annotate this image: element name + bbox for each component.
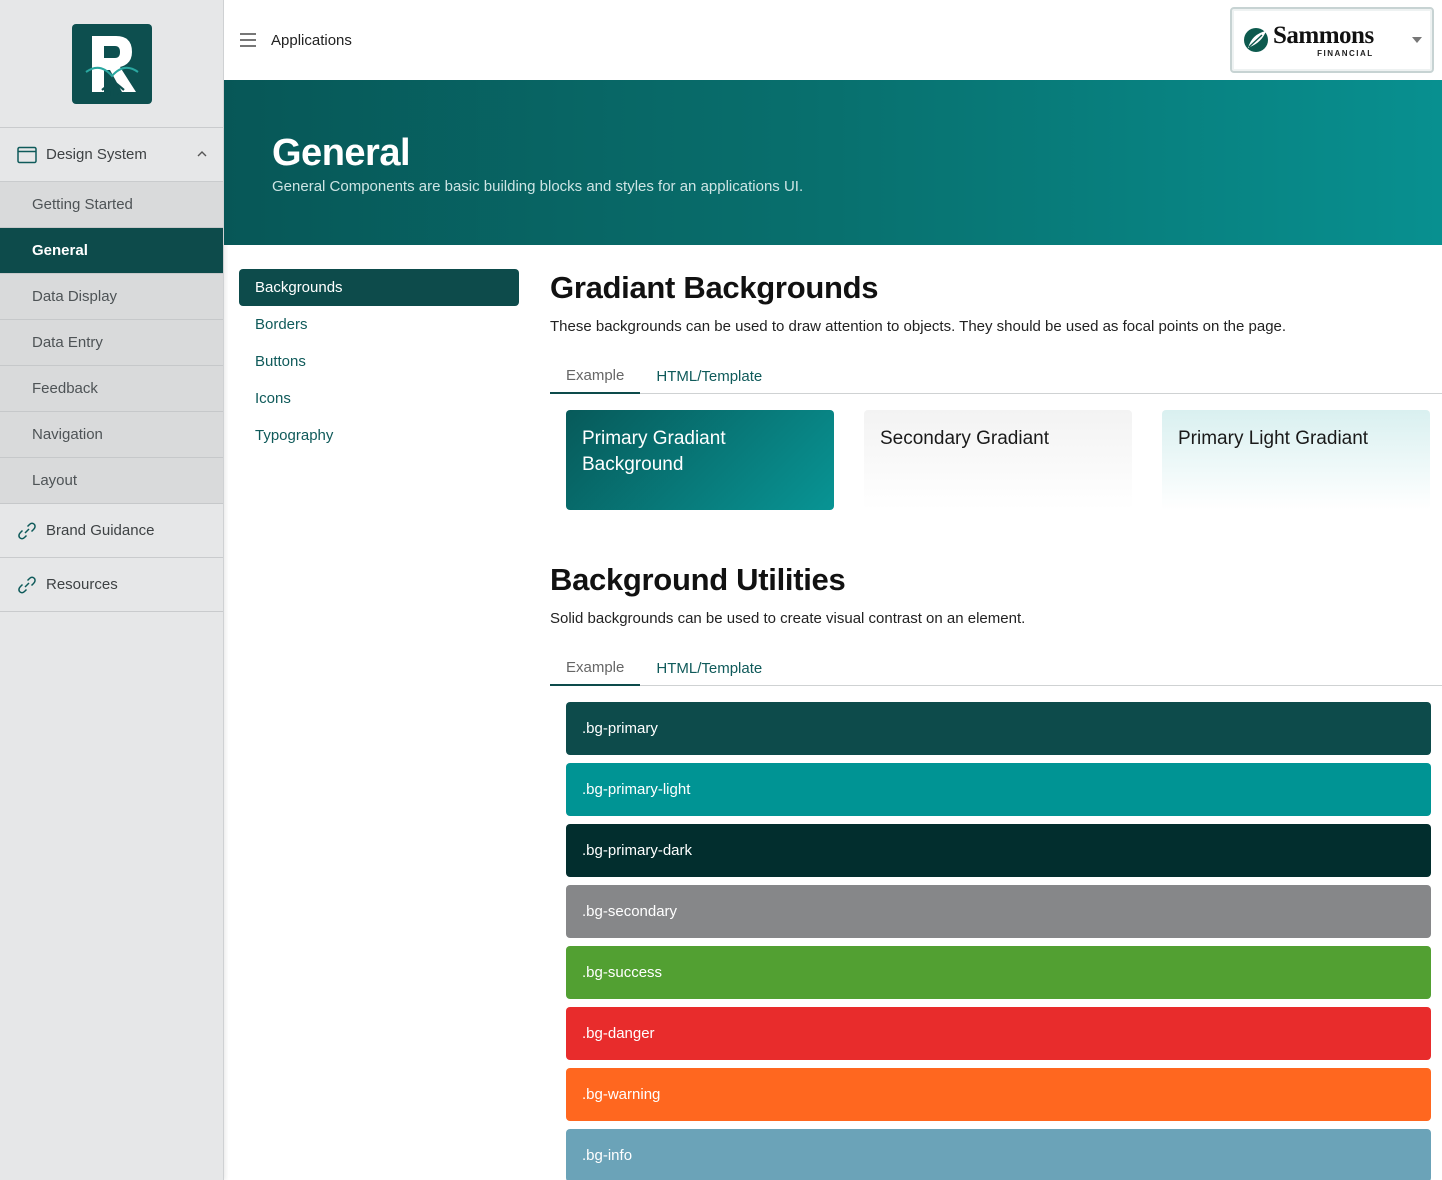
sammons-leaf-icon	[1244, 28, 1268, 52]
sidebar: Design System Getting Started General Da…	[0, 0, 224, 1180]
link-icon	[16, 520, 38, 542]
tab-html-template[interactable]: HTML/Template	[640, 651, 778, 686]
sidebar-item-general[interactable]: General	[0, 228, 223, 274]
nav-resources-label: Resources	[46, 576, 118, 593]
top-bar: Applications Sammons FINANCIAL	[224, 0, 1442, 80]
swatch-bg-danger: .bg-danger	[566, 1007, 1431, 1060]
app-logo[interactable]	[71, 23, 152, 104]
tab-example[interactable]: Example	[550, 651, 641, 686]
main-content: Gradiant Backgrounds These backgrounds c…	[550, 270, 1442, 1180]
logo-r-tree-icon	[84, 35, 139, 96]
link-icon	[16, 574, 38, 596]
primary-light-gradient-card: Primary Light Gradiant	[1162, 410, 1430, 510]
caret-down-icon	[1412, 37, 1422, 43]
swatch-bg-primary-light: .bg-primary-light	[566, 763, 1431, 816]
app-title: Applications	[271, 31, 352, 49]
swatch-bg-success: .bg-success	[566, 946, 1431, 999]
tab-html-template[interactable]: HTML/Template	[640, 359, 778, 394]
background-swatch-list: .bg-primary .bg-primary-light .bg-primar…	[566, 702, 1442, 1180]
gradient-section: Gradiant Backgrounds These backgrounds c…	[550, 270, 1442, 510]
utilities-tabs: Example HTML/Template	[550, 651, 1442, 686]
window-icon	[16, 144, 38, 166]
logo-area	[0, 0, 223, 128]
sidebar-item-feedback[interactable]: Feedback	[0, 366, 223, 412]
swatch-bg-secondary: .bg-secondary	[566, 885, 1431, 938]
section-subnav: Backgrounds Borders Buttons Icons Typogr…	[239, 269, 519, 454]
sidebar-item-getting-started[interactable]: Getting Started	[0, 182, 223, 228]
utilities-title: Background Utilities	[550, 562, 846, 597]
page-hero: General General Components are basic bui…	[224, 80, 1442, 245]
nav-resources[interactable]: Resources	[0, 558, 223, 612]
gradient-cards: Primary Gradiant Background Secondary Gr…	[566, 410, 1442, 510]
utilities-section: Background Utilities Solid backgrounds c…	[550, 562, 1442, 1180]
nav-brand-guidance[interactable]: Brand Guidance	[0, 504, 223, 558]
swatch-bg-primary: .bg-primary	[566, 702, 1431, 755]
page-title: General	[272, 132, 411, 174]
brand-subtitle: FINANCIAL	[1317, 48, 1374, 58]
sidebar-item-navigation[interactable]: Navigation	[0, 412, 223, 458]
nav-design-system[interactable]: Design System	[0, 128, 223, 182]
primary-gradient-card: Primary Gradiant Background	[566, 410, 834, 510]
utilities-description: Solid backgrounds can be used to create …	[550, 610, 1026, 627]
nav-brand-guidance-label: Brand Guidance	[46, 522, 155, 539]
hamburger-menu-icon[interactable]	[240, 33, 256, 47]
gradient-description: These backgrounds can be used to draw at…	[550, 318, 1287, 335]
swatch-bg-warning: .bg-warning	[566, 1068, 1431, 1121]
secondary-gradient-card: Secondary Gradiant	[864, 410, 1132, 510]
chevron-up-icon	[197, 148, 207, 160]
gradient-title: Gradiant Backgrounds	[550, 270, 879, 305]
page-subtitle: General Components are basic building bl…	[272, 178, 804, 195]
subnav-item-icons[interactable]: Icons	[239, 380, 519, 417]
design-system-submenu: Getting Started General Data Display Dat…	[0, 182, 223, 504]
subnav-item-typography[interactable]: Typography	[239, 417, 519, 454]
swatch-bg-primary-dark: .bg-primary-dark	[566, 824, 1431, 877]
sidebar-item-data-entry[interactable]: Data Entry	[0, 320, 223, 366]
tab-example[interactable]: Example	[550, 359, 641, 394]
subnav-item-borders[interactable]: Borders	[239, 306, 519, 343]
brand-name: Sammons	[1273, 21, 1374, 49]
gradient-tabs: Example HTML/Template	[550, 359, 1442, 394]
subnav-item-buttons[interactable]: Buttons	[239, 343, 519, 380]
sidebar-item-data-display[interactable]: Data Display	[0, 274, 223, 320]
sidebar-item-layout[interactable]: Layout	[0, 458, 223, 504]
subnav-item-backgrounds[interactable]: Backgrounds	[239, 269, 519, 306]
swatch-bg-info: .bg-info	[566, 1129, 1431, 1180]
brand-selector[interactable]: Sammons FINANCIAL	[1230, 7, 1434, 73]
nav-design-system-label: Design System	[46, 146, 147, 163]
